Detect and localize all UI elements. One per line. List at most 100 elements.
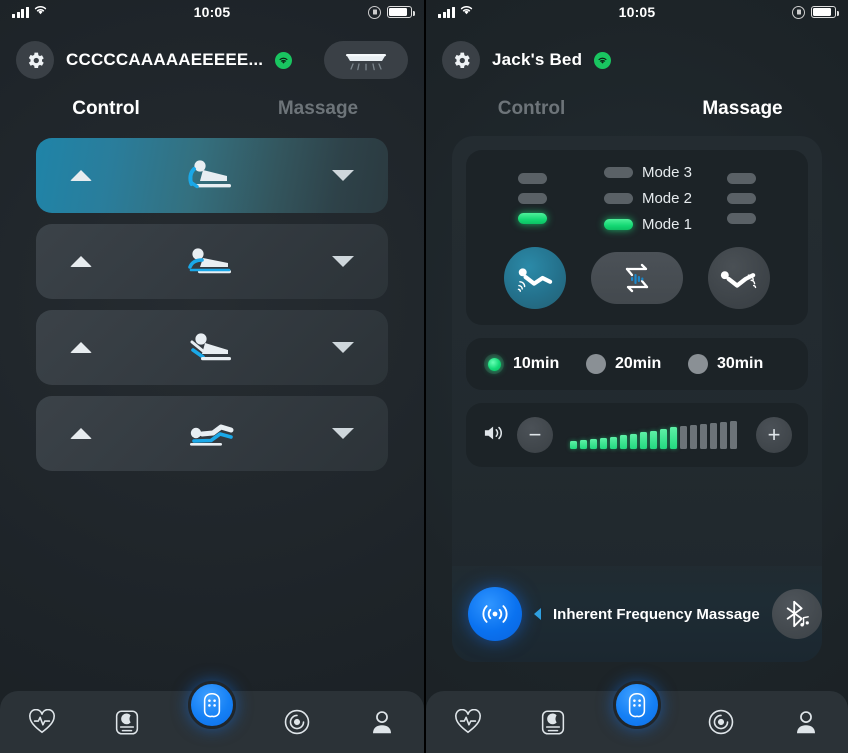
mode-led-rows: Mode 3 Mode 2 Mode 1 xyxy=(484,164,790,233)
triangle-up-icon xyxy=(70,428,92,439)
tabs-left: Control Massage xyxy=(0,86,424,126)
foot-up-button[interactable] xyxy=(36,224,126,299)
timer-10min-radio xyxy=(484,354,504,374)
mode-1-label: Mode 1 xyxy=(641,216,693,233)
foot-mode-led-column xyxy=(692,173,790,224)
massage-panel: Mode 3 Mode 2 Mode 1 10min 20min 30min −… xyxy=(452,136,822,662)
mode-3-led xyxy=(603,167,633,178)
triangle-down-icon xyxy=(332,256,354,267)
bed-incline-icon xyxy=(126,327,298,369)
triangle-down-icon xyxy=(332,428,354,439)
under-bed-light-icon[interactable] xyxy=(324,41,408,79)
foot-massage-button[interactable] xyxy=(708,247,770,309)
tab-massage[interactable]: Massage xyxy=(637,98,848,120)
dual-phone-screenshot: 10:05 CCCCCAAAAAEEEEE... Control Massage… xyxy=(0,0,848,753)
intensity-bar-meter[interactable] xyxy=(564,421,745,449)
timer-20min-radio xyxy=(586,354,606,374)
timer-option-10min[interactable]: 10min xyxy=(484,354,586,374)
bed-foot-raised-icon xyxy=(126,241,298,283)
bed-lumbar-icon xyxy=(126,413,298,455)
nav-remote-control[interactable] xyxy=(188,681,236,729)
nav-snore[interactable] xyxy=(694,699,748,745)
intensity-minus-button[interactable]: − xyxy=(517,417,553,453)
status-time: 10:05 xyxy=(618,4,656,20)
head-mode-1-led xyxy=(518,213,548,224)
timer-20min-label: 20min xyxy=(615,355,662,372)
header-right: Jack's Bed xyxy=(426,24,848,86)
mode-2-row[interactable]: Mode 2 xyxy=(603,190,693,207)
triangle-down-icon xyxy=(332,342,354,353)
intensity-card: − + xyxy=(466,403,808,467)
bed-head-raised-icon xyxy=(126,155,298,197)
header-left: CCCCCAAAAAEEEEE... xyxy=(0,24,424,86)
foot-mode-1-led xyxy=(726,213,756,224)
battery-icon xyxy=(811,6,839,18)
triangle-down-icon xyxy=(332,170,354,181)
foot-mode-3-led xyxy=(726,173,756,184)
timer-card: 10min 20min 30min xyxy=(466,338,808,390)
triangle-up-icon xyxy=(70,342,92,353)
battery-icon xyxy=(387,6,415,18)
status-time: 10:05 xyxy=(193,4,231,20)
head-massage-button[interactable] xyxy=(504,247,566,309)
gear-icon[interactable] xyxy=(16,41,54,79)
inherent-frequency-bar: Inherent Frequency Massage xyxy=(452,566,822,662)
device-name-label: CCCCCAAAAAEEEEE... xyxy=(66,50,264,69)
foot-mode-2-led xyxy=(726,193,756,204)
timer-30min-radio xyxy=(688,354,708,374)
wifi-connected-icon xyxy=(275,51,293,69)
tab-control[interactable]: Control xyxy=(426,98,637,120)
timer-10min-label: 10min xyxy=(513,355,560,372)
nav-health[interactable] xyxy=(441,699,495,745)
control-row-incline-position xyxy=(36,310,388,385)
foot-down-button[interactable] xyxy=(298,224,388,299)
nav-profile[interactable] xyxy=(779,699,833,745)
mode-3-row[interactable]: Mode 3 xyxy=(603,164,693,181)
bluetooth-music-icon[interactable] xyxy=(771,589,822,639)
nav-sleep[interactable] xyxy=(526,699,580,745)
control-row-lumbar-position xyxy=(36,396,388,471)
head-mode-3-led xyxy=(518,173,548,184)
tabs-right: Control Massage xyxy=(426,86,848,126)
control-rows xyxy=(0,126,424,471)
nav-health[interactable] xyxy=(15,699,69,745)
mode-1-row[interactable]: Mode 1 xyxy=(603,216,693,233)
sync-massage-button[interactable] xyxy=(591,252,683,304)
lumbar-down-button[interactable] xyxy=(298,396,388,471)
control-row-head-position xyxy=(36,138,388,213)
nav-snore[interactable] xyxy=(270,699,324,745)
left-caret-icon xyxy=(534,608,541,620)
tab-massage[interactable]: Massage xyxy=(212,98,424,120)
intensity-plus-button[interactable]: + xyxy=(756,417,792,453)
inherent-frequency-label: Inherent Frequency Massage xyxy=(553,605,760,623)
head-up-button[interactable] xyxy=(36,138,126,213)
massage-buttons-row xyxy=(484,247,790,309)
center-mode-led-column: Mode 3 Mode 2 Mode 1 xyxy=(582,164,692,233)
triangle-up-icon xyxy=(70,170,92,181)
timer-option-20min[interactable]: 20min xyxy=(586,354,688,374)
mode-2-label: Mode 2 xyxy=(641,190,693,207)
gear-icon[interactable] xyxy=(442,41,480,79)
wifi-connected-icon xyxy=(594,51,612,69)
rotation-lock-icon xyxy=(368,5,381,19)
tab-control[interactable]: Control xyxy=(0,98,212,120)
triangle-up-icon xyxy=(70,256,92,267)
status-bar-right: 10:05 xyxy=(426,0,848,24)
head-mode-led-column xyxy=(484,173,582,224)
incline-up-button[interactable] xyxy=(36,310,126,385)
nav-remote-control[interactable] xyxy=(613,681,661,729)
head-down-button[interactable] xyxy=(298,138,388,213)
lumbar-up-button[interactable] xyxy=(36,396,126,471)
phone-screen-control: 10:05 CCCCCAAAAAEEEEE... Control Massage xyxy=(0,0,424,753)
phone-screen-massage: 10:05 Jack's Bed Control Massage Mode 3 … xyxy=(424,0,848,753)
timer-option-30min[interactable]: 30min xyxy=(688,354,790,374)
device-name-label: Jack's Bed xyxy=(492,50,583,69)
mode-3-label: Mode 3 xyxy=(641,164,693,181)
status-bar-left: 10:05 xyxy=(0,0,424,24)
head-mode-2-led xyxy=(518,193,548,204)
nav-sleep[interactable] xyxy=(100,699,154,745)
nav-profile[interactable] xyxy=(355,699,409,745)
broadcast-wave-icon[interactable] xyxy=(468,587,522,641)
incline-down-button[interactable] xyxy=(298,310,388,385)
rotation-lock-icon xyxy=(792,5,805,19)
